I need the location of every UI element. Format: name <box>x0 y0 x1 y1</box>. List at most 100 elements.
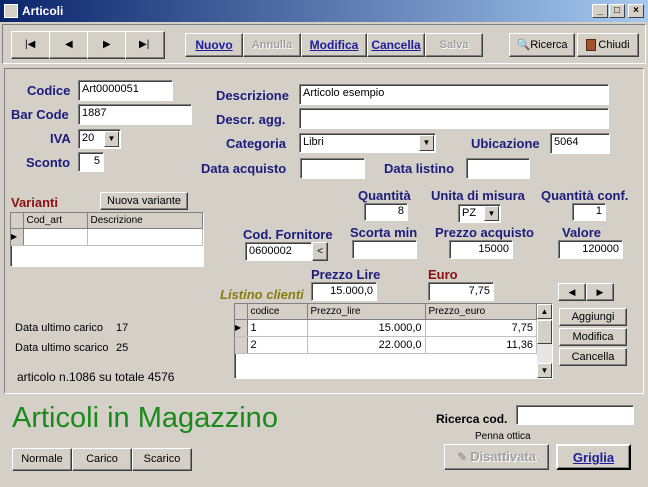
disattivata-label: Disattivata <box>470 449 536 464</box>
chiudi-button[interactable]: Chiudi <box>577 33 639 57</box>
scroll-up-icon[interactable]: ▲ <box>537 304 552 319</box>
data-listino-label: Data listino <box>384 161 455 176</box>
varianti-header-row: Cod_art Descrizione <box>11 213 203 229</box>
modifica-button[interactable]: Modifica <box>301 33 367 57</box>
row-header-corner <box>11 213 24 229</box>
chiudi-label: Chiudi <box>598 39 630 51</box>
prezzo-lire-field[interactable]: 15.000,0 <box>311 282 377 301</box>
ultimo-carico-label: Data ultimo carico <box>15 322 104 334</box>
table-cell[interactable] <box>23 228 88 246</box>
scarico-button[interactable]: Scarico <box>132 448 192 471</box>
categoria-select[interactable]: Libri ▼ <box>299 133 436 153</box>
valore-field[interactable]: 120000 <box>558 240 623 259</box>
minimize-button[interactable]: _ <box>592 4 608 18</box>
prezzo-lire-label: Prezzo Lire <box>311 267 381 282</box>
vertical-scrollbar[interactable]: ▲ ▼ <box>537 304 552 378</box>
listino-grid[interactable]: codice Prezzo_lire Prezzo_euro ▶ 1 15.00… <box>234 303 553 379</box>
chevron-down-icon[interactable]: ▼ <box>104 131 119 147</box>
scorta-min-field[interactable] <box>352 240 417 259</box>
salva-button[interactable]: Salva <box>425 33 483 57</box>
listino-cancella-button[interactable]: Cancella <box>559 348 627 366</box>
varianti-col-cod-art[interactable]: Cod_art <box>23 213 88 229</box>
listino-col-prezzo-lire[interactable]: Prezzo_lire <box>307 304 426 320</box>
listino-col-prezzo-euro[interactable]: Prezzo_euro <box>425 304 537 320</box>
table-cell[interactable]: 2 <box>247 336 308 354</box>
fornitore-lookup-button[interactable]: < <box>312 242 328 261</box>
quantita-conf-field[interactable]: 1 <box>572 203 606 221</box>
quantita-field[interactable]: 8 <box>364 203 408 221</box>
prev-record-icon: ◀ <box>65 39 73 50</box>
chevron-down-icon[interactable]: ▼ <box>484 206 499 221</box>
ricerca-button[interactable]: 🔍Ricerca <box>509 33 575 57</box>
table-cell[interactable]: 11,36 <box>425 336 537 354</box>
barcode-label: Bar Code <box>11 107 69 122</box>
table-row[interactable]: ▶ <box>11 228 203 246</box>
table-cell[interactable]: 1 <box>247 319 308 337</box>
salva-label: Salva <box>439 39 469 51</box>
prezzo-acquisto-field[interactable]: 15000 <box>449 240 513 259</box>
data-acquisto-label: Data acquisto <box>201 161 287 176</box>
window-title: Articoli <box>22 4 64 18</box>
nuovo-button[interactable]: Nuovo <box>185 33 243 57</box>
descr-agg-field[interactable] <box>299 108 609 129</box>
chevron-left-icon: < <box>317 246 323 257</box>
normale-button[interactable]: Normale <box>12 448 72 471</box>
prev-record-button[interactable]: ◀ <box>49 31 89 59</box>
listino-col-codice[interactable]: codice <box>247 304 308 320</box>
table-cell[interactable]: 7,75 <box>425 319 537 337</box>
valore-label: Valore <box>562 225 602 240</box>
unita-select[interactable]: PZ ▼ <box>458 204 501 223</box>
listino-prev-button[interactable]: ◀ <box>558 283 586 301</box>
binoculars-icon: 🔍 <box>516 39 531 51</box>
sconto-field[interactable]: 5 <box>78 152 104 172</box>
table-cell[interactable]: 15.000,0 <box>307 319 426 337</box>
last-record-icon: ▶| <box>139 39 150 50</box>
table-cell[interactable] <box>87 228 203 246</box>
annulla-label: Annulla <box>251 39 293 51</box>
codice-field[interactable]: Art0000051 <box>78 80 173 101</box>
disattivata-button[interactable]: ✎ Disattivata <box>444 444 549 470</box>
iva-select[interactable]: 20 ▼ <box>78 129 121 149</box>
euro-label: Euro <box>428 267 458 282</box>
data-listino-field[interactable] <box>466 158 530 179</box>
table-cell[interactable]: 22.000,0 <box>307 336 426 354</box>
table-row[interactable]: 2 22.000,0 11,36 <box>235 336 537 354</box>
cod-fornitore-field[interactable]: 0600002 <box>245 242 312 261</box>
cancella-label: Cancella <box>371 38 421 52</box>
last-record-button[interactable]: ▶| <box>125 31 165 59</box>
ricerca-cod-label: Ricerca cod. <box>436 412 508 426</box>
griglia-label: Griglia <box>572 450 615 465</box>
cod-fornitore-label: Cod. Fornitore <box>243 227 333 242</box>
table-row[interactable]: ▶ 1 15.000,0 7,75 <box>235 319 537 337</box>
scroll-thumb[interactable] <box>537 320 552 344</box>
close-window-button[interactable]: × <box>628 4 644 18</box>
nuova-variante-button[interactable]: Nuova variante <box>100 192 188 210</box>
row-header-corner <box>235 304 248 320</box>
ricerca-cod-field[interactable] <box>516 405 634 425</box>
data-acquisto-field[interactable] <box>300 158 365 179</box>
griglia-button[interactable]: Griglia <box>556 444 631 470</box>
barcode-field[interactable]: 1887 <box>78 104 192 125</box>
varianti-col-descrizione[interactable]: Descrizione <box>87 213 203 229</box>
descrizione-field[interactable]: Articolo esempio <box>299 84 609 105</box>
listino-next-button[interactable]: ▶ <box>586 283 614 301</box>
ubicazione-field[interactable]: 5064 <box>550 133 610 154</box>
annulla-button[interactable]: Annulla <box>243 33 301 57</box>
modifica-label: Modifica <box>309 38 359 52</box>
scroll-down-icon[interactable]: ▼ <box>537 363 552 378</box>
euro-field[interactable]: 7,75 <box>428 282 494 301</box>
unita-label: Unita di misura <box>431 188 525 203</box>
listino-modifica-button[interactable]: Modifica <box>559 328 627 346</box>
cancella-button[interactable]: Cancella <box>367 33 425 57</box>
next-record-button[interactable]: ▶ <box>87 31 127 59</box>
aggiungi-button[interactable]: Aggiungi <box>559 308 627 326</box>
row-pointer-icon: ▶ <box>11 228 24 246</box>
row-pointer-icon: ▶ <box>235 319 248 337</box>
varianti-grid[interactable]: Cod_art Descrizione ▶ <box>10 212 204 267</box>
carico-button[interactable]: Carico <box>72 448 132 471</box>
chevron-down-icon[interactable]: ▼ <box>419 135 434 151</box>
maximize-button[interactable]: □ <box>609 4 625 18</box>
ultimo-scarico-label: Data ultimo scarico <box>15 342 109 354</box>
first-record-button[interactable]: |◀ <box>11 31 51 59</box>
categoria-value: Libri <box>303 136 324 148</box>
